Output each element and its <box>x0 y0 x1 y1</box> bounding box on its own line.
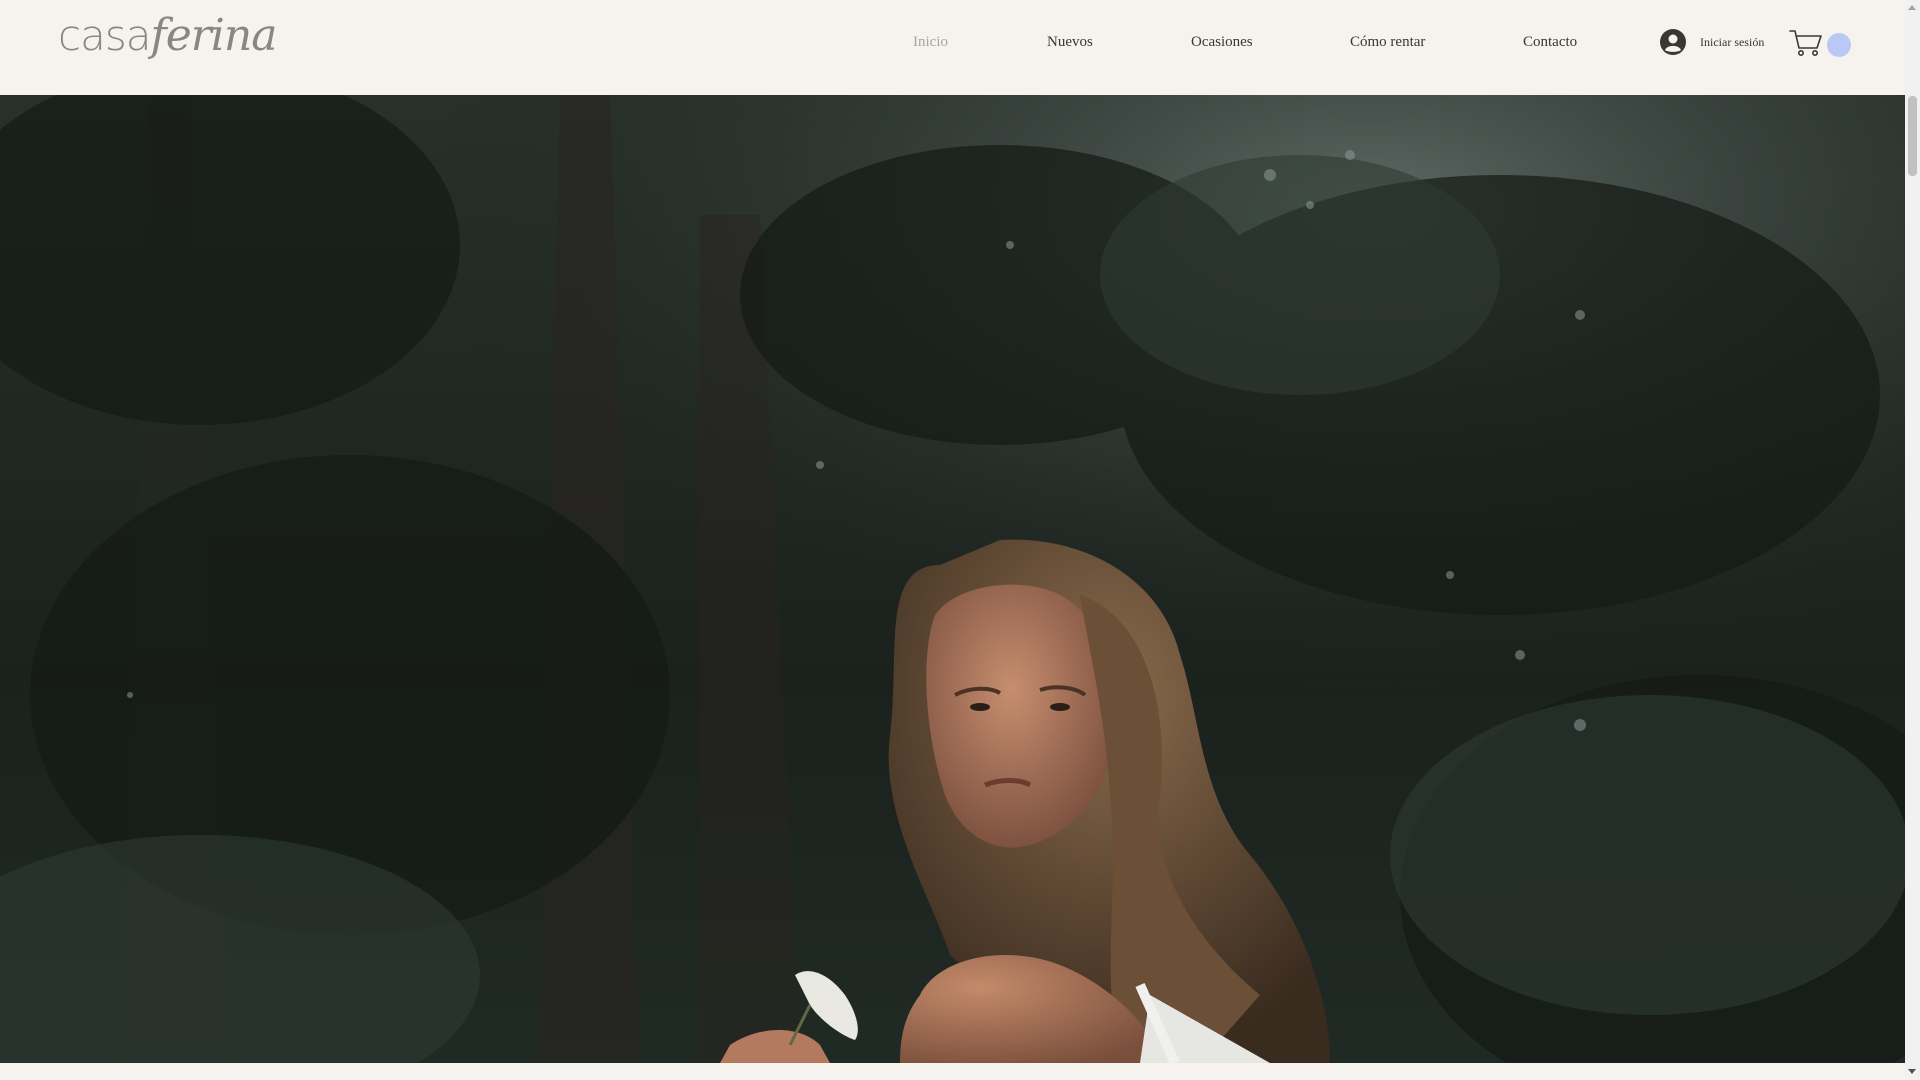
site-header: casaferina Inicio Nuevos Ocasiones Cómo … <box>0 0 1905 95</box>
nav-item-ocasiones[interactable]: Ocasiones <box>1191 34 1253 51</box>
cart-button[interactable] <box>1789 28 1851 58</box>
cart-count-badge <box>1827 33 1851 57</box>
nav-item-como-rentar[interactable]: Cómo rentar <box>1350 34 1425 51</box>
hero-photo-woman-forest <box>0 95 1905 1063</box>
nav-item-contacto[interactable]: Contacto <box>1523 34 1577 51</box>
nav-item-nuevos[interactable]: Nuevos <box>1047 34 1093 51</box>
login-label: Iniciar sesión <box>1700 34 1765 49</box>
nav-item-inicio[interactable]: Inicio <box>913 34 948 51</box>
vertical-scrollbar[interactable] <box>1905 0 1920 1080</box>
hero-image <box>0 95 1905 1063</box>
scroll-up-arrow-icon[interactable] <box>1908 5 1916 10</box>
user-avatar-icon <box>1660 29 1686 55</box>
scroll-down-arrow-icon[interactable] <box>1908 1069 1916 1074</box>
page: casaferina Inicio Nuevos Ocasiones Cómo … <box>0 0 1905 1080</box>
shopping-cart-icon <box>1789 28 1823 58</box>
login-button[interactable]: Iniciar sesión <box>1660 28 1764 56</box>
page-footer-strip <box>0 1063 1905 1080</box>
scrollbar-thumb[interactable] <box>1908 96 1917 176</box>
main-nav: Inicio Nuevos Ocasiones Cómo rentar Cont… <box>0 34 1905 54</box>
